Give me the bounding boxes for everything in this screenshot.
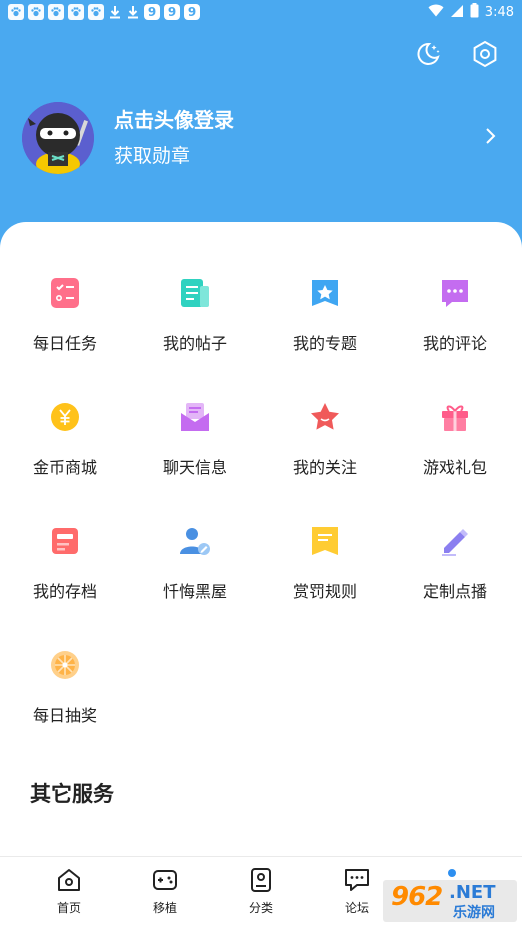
grid-item-daily-lottery[interactable]: 每日抽奖 — [0, 648, 130, 738]
nav-category[interactable]: 分类 — [231, 867, 291, 916]
clock-time: 3:48 — [484, 5, 514, 20]
grid-item-label: 游戏礼包 — [422, 458, 487, 477]
pencil-icon — [442, 529, 468, 556]
star-bookmark-icon — [312, 280, 338, 306]
login-prompt-title[interactable]: 点击头像登录 — [114, 104, 234, 133]
grid-item-my-saves[interactable]: 我的存档 — [0, 524, 130, 614]
mail-message-icon — [181, 403, 209, 431]
grid-item-label: 我的评论 — [422, 334, 487, 353]
nav-label: 移植 — [152, 901, 177, 915]
grid-item-label: 每日抽奖 — [32, 706, 97, 725]
nav-forum[interactable]: 论坛 — [327, 867, 387, 916]
gold-coin-icon — [51, 403, 79, 431]
login-prompt-subtitle: 获取勋章 — [114, 145, 191, 167]
signal-icon — [450, 4, 464, 22]
grid-item-my-follows[interactable]: 我的关注 — [260, 400, 390, 490]
grid-item-coin-mall[interactable]: 金币商城 — [0, 400, 130, 490]
chevron-right-icon[interactable] — [484, 126, 498, 146]
watermark-cn: 乐游网 — [453, 905, 495, 921]
gamepad-icon — [153, 870, 177, 890]
app-notification-icon: 9 — [144, 4, 160, 20]
baidu-paw-icon — [48, 4, 64, 20]
grid-item-label: 金币商城 — [32, 458, 97, 477]
grid-item-game-gifts[interactable]: 游戏礼包 — [390, 400, 520, 490]
user-edit-icon — [180, 528, 210, 555]
task-checklist-icon — [51, 278, 79, 308]
archive-icon — [52, 528, 78, 554]
watermark-net: .NET — [449, 882, 496, 903]
grid-item-label: 我的专题 — [292, 334, 357, 353]
site-watermark-logo: 962 .NET 乐游网 — [383, 880, 517, 922]
document-icon — [181, 279, 209, 307]
grid-item-label: 忏悔黑屋 — [162, 582, 227, 601]
night-mode-moon-icon[interactable] — [412, 38, 444, 70]
app-notification-icon: 9 — [164, 4, 180, 20]
grid-item-label: 我的存档 — [32, 582, 97, 601]
comment-bubble-icon — [442, 280, 468, 307]
nav-label: 论坛 — [344, 901, 369, 915]
grid-item-label: 定制点播 — [422, 582, 487, 601]
nav-label: 分类 — [248, 901, 273, 915]
battery-icon — [470, 3, 479, 22]
baidu-paw-icon — [88, 4, 104, 20]
watermark-number: 962 — [391, 882, 443, 912]
grid-item-label: 赏罚规则 — [292, 582, 357, 601]
lottery-wheel-icon — [51, 651, 79, 679]
settings-hexagon-icon[interactable] — [469, 38, 501, 70]
notification-icons: 9 9 9 — [8, 4, 200, 20]
status-bar: 9 9 9 3:48 — [0, 0, 522, 24]
rules-badge-icon — [312, 527, 338, 555]
grid-item-custom-request[interactable]: 定制点播 — [390, 524, 520, 614]
nav-port[interactable]: 移植 — [135, 867, 195, 916]
star-icon — [311, 403, 339, 430]
grid-item-reward-rules[interactable]: 赏罚规则 — [260, 524, 390, 614]
grid-item-my-posts[interactable]: 我的帖子 — [130, 276, 260, 366]
grid-item-label: 我的关注 — [292, 458, 357, 477]
grid-item-my-topics[interactable]: 我的专题 — [260, 276, 390, 366]
nav-label: 首页 — [56, 901, 81, 915]
download-icon — [108, 4, 122, 20]
baidu-paw-icon — [8, 4, 24, 20]
nav-mine-indicator-dot — [448, 869, 456, 877]
avatar[interactable] — [22, 102, 94, 174]
grid-item-chat-messages[interactable]: 聊天信息 — [130, 400, 260, 490]
wifi-icon — [428, 4, 444, 21]
grid-item-daily-tasks[interactable]: 每日任务 — [0, 276, 130, 366]
baidu-paw-icon — [68, 4, 84, 20]
category-book-icon — [251, 868, 271, 892]
ninja-avatar-icon — [22, 102, 94, 174]
gift-box-icon — [442, 405, 468, 431]
grid-item-confession-room[interactable]: 忏悔黑屋 — [130, 524, 260, 614]
other-services-heading: 其它服务 — [30, 782, 114, 806]
grid-item-label: 我的帖子 — [162, 334, 227, 353]
baidu-paw-icon — [28, 4, 44, 20]
grid-item-my-comments[interactable]: 我的评论 — [390, 276, 520, 366]
app-notification-icon: 9 — [184, 4, 200, 20]
forum-chat-icon — [345, 869, 369, 891]
grid-item-label: 聊天信息 — [162, 458, 227, 477]
home-icon — [58, 869, 80, 891]
nav-home[interactable]: 首页 — [39, 867, 99, 916]
system-indicators: 3:48 — [428, 3, 514, 22]
download-icon — [126, 4, 140, 20]
grid-item-label: 每日任务 — [32, 334, 97, 353]
